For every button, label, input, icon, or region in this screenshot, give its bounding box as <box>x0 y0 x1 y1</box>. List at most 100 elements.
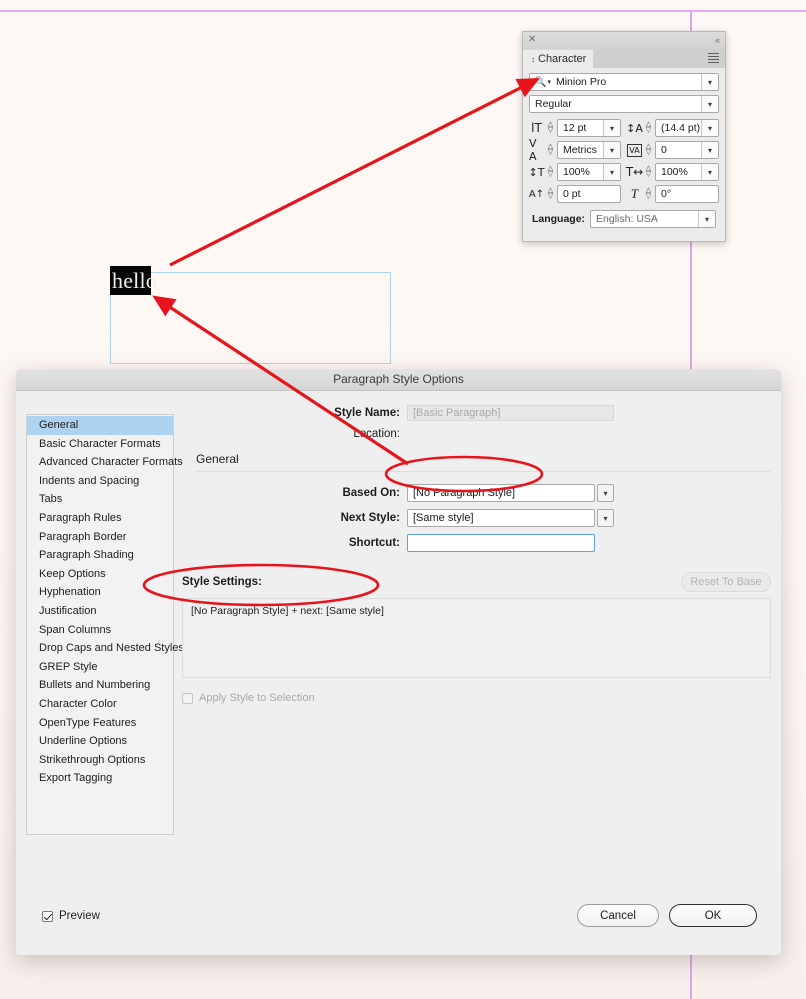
sidebar-item-justification[interactable]: Justification <box>27 602 173 621</box>
leading-field[interactable]: (14.4 pt) ▾ <box>655 119 719 137</box>
dialog-sidebar[interactable]: General Basic Character Formats Advanced C… <box>26 414 184 835</box>
sidebar-item-advanced-character-formats[interactable]: Advanced Character Formats <box>27 453 183 472</box>
stepper-icon[interactable]: △ ▽ <box>644 120 653 136</box>
chevron-down-icon[interactable]: ▾ <box>597 509 614 527</box>
chevron-down-icon[interactable]: ▾ <box>701 96 718 112</box>
chevron-down-icon[interactable]: ▾ <box>701 142 718 158</box>
double-chevron-left-icon[interactable]: « <box>715 34 720 46</box>
based-on-field[interactable]: [No Paragraph Style] <box>407 484 595 502</box>
sidebar-item-label: Hyphenation <box>39 586 101 599</box>
vertical-scale-control[interactable]: ↕T △ ▽ 100% ▾ <box>529 163 621 181</box>
baseline-skew-row: A↑ △ ▽ 0 pt T △ ▽ 0° <box>529 185 719 203</box>
sidebar-item-label: Indents and Spacing <box>39 474 140 487</box>
kerning-field[interactable]: Metrics ▾ <box>557 141 621 159</box>
skew-field[interactable]: 0° <box>655 185 719 203</box>
stepper-icon[interactable]: △ ▽ <box>644 164 653 180</box>
shortcut-input[interactable] <box>407 534 595 552</box>
sidebar-item-general[interactable]: General <box>27 416 173 435</box>
stepper-icon[interactable]: △ ▽ <box>546 120 555 136</box>
apply-style-to-selection-label: Apply Style to Selection <box>199 692 315 704</box>
sidebar-item-label: Export Tagging <box>39 772 113 785</box>
language-field[interactable]: English: USA ▾ <box>590 210 717 228</box>
magnifier-icon[interactable]: 🔍 ▾ <box>530 77 551 88</box>
sidebar-item-label: Paragraph Shading <box>39 549 134 562</box>
sidebar-item-hyphenation[interactable]: Hyphenation <box>27 583 173 602</box>
preview-checkbox[interactable] <box>42 910 53 922</box>
ok-button[interactable]: OK <box>669 904 757 927</box>
chevron-down-icon[interactable]: ▾ <box>603 142 620 158</box>
stepper-icon[interactable]: △ ▽ <box>546 142 555 158</box>
baseline-shift-icon: A↑ <box>528 188 545 200</box>
font-family-field[interactable]: 🔍 ▾ Minion Pro ▾ <box>529 73 719 91</box>
skew-control[interactable]: T △ ▽ 0° <box>627 185 719 203</box>
based-on-label: Based On: <box>342 487 400 499</box>
chevron-down-icon[interactable]: ▾ <box>603 120 620 136</box>
next-style-row: Next Style: [Same style] ▾ <box>182 509 771 527</box>
sidebar-item-label: Basic Character Formats <box>39 437 161 450</box>
stepper-icon[interactable]: △ ▽ <box>644 186 653 202</box>
baseline-shift-value: 0 pt <box>563 188 581 200</box>
sidebar-item-opentype-features[interactable]: OpenType Features <box>27 714 173 733</box>
stepper-icon[interactable]: △ ▽ <box>546 186 555 202</box>
reset-to-base-button[interactable]: Reset To Base <box>681 572 771 592</box>
sidebar-item-paragraph-rules[interactable]: Paragraph Rules <box>27 509 173 528</box>
sidebar-item-grep-style[interactable]: GREP Style <box>27 658 173 677</box>
cancel-button[interactable]: Cancel <box>577 904 659 927</box>
kerning-control[interactable]: V A △ ▽ Metrics ▾ <box>529 137 621 163</box>
sidebar-item-indents-and-spacing[interactable]: Indents and Spacing <box>27 472 173 491</box>
sidebar-item-label: Strikethrough Options <box>39 753 146 766</box>
sidebar-item-label: GREP Style <box>39 660 98 673</box>
tab-character[interactable]: ↕ Character <box>523 49 593 68</box>
sidebar-item-bullets-and-numbering[interactable]: Bullets and Numbering <box>27 676 173 695</box>
chevron-down-icon[interactable]: ▾ <box>701 164 718 180</box>
chevron-updown-icon: ↕ <box>531 55 535 64</box>
close-icon[interactable]: ✕ <box>528 34 536 46</box>
chevron-down-icon[interactable]: ▾ <box>597 484 614 502</box>
sidebar-item-span-columns[interactable]: Span Columns <box>27 621 173 640</box>
sidebar-item-tabs[interactable]: Tabs <box>27 490 173 509</box>
font-style-field[interactable]: Regular ▾ <box>529 95 719 113</box>
font-size-control[interactable]: ⅼT △ ▽ 12 pt ▾ <box>529 119 621 137</box>
next-style-field[interactable]: [Same style] <box>407 509 595 527</box>
horizontal-scale-control[interactable]: T↔ △ ▽ 100% ▾ <box>626 163 719 181</box>
panel-menu-icon[interactable] <box>708 53 719 63</box>
baseline-shift-field[interactable]: 0 pt <box>557 185 621 203</box>
font-size-field[interactable]: 12 pt ▾ <box>557 119 621 137</box>
leading-icon: ↕A <box>626 121 643 135</box>
chevron-down-icon[interactable]: ▾ <box>701 120 718 136</box>
tracking-field[interactable]: 0 ▾ <box>655 141 719 159</box>
guide-horizontal <box>0 10 806 12</box>
kerning-icon: V A <box>529 137 538 163</box>
sidebar-item-strikethrough-options[interactable]: Strikethrough Options <box>27 751 173 770</box>
sidebar-item-drop-caps-and-nested-styles[interactable]: Drop Caps and Nested Styles <box>27 639 184 658</box>
chevron-down-icon[interactable]: ▾ <box>698 211 716 227</box>
leading-control[interactable]: ↕A △ ▽ (14.4 pt) ▾ <box>626 119 719 137</box>
baseline-shift-control[interactable]: A↑ △ ▽ 0 pt <box>529 185 621 203</box>
style-name-input[interactable]: [Basic Paragraph] <box>407 405 614 421</box>
apply-style-to-selection-row[interactable]: Apply Style to Selection <box>182 692 771 704</box>
sidebar-item-character-color[interactable]: Character Color <box>27 695 173 714</box>
sidebar-item-export-tagging[interactable]: Export Tagging <box>27 769 173 788</box>
tracking-control[interactable]: VA △ ▽ 0 ▾ <box>627 141 719 159</box>
preview-row[interactable]: Preview <box>42 910 100 922</box>
dialog-footer: Preview Cancel OK <box>16 900 781 955</box>
selected-text-hello[interactable]: hello <box>110 266 157 295</box>
font-size-icon: ⅼT <box>531 121 542 135</box>
horizontal-scale-field[interactable]: 100% ▾ <box>655 163 719 181</box>
apply-style-to-selection-checkbox[interactable] <box>182 692 193 704</box>
sidebar-item-basic-character-formats[interactable]: Basic Character Formats <box>27 435 173 454</box>
sidebar-item-paragraph-shading[interactable]: Paragraph Shading <box>27 546 173 565</box>
sidebar-item-underline-options[interactable]: Underline Options <box>27 732 173 751</box>
stepper-icon[interactable]: △ ▽ <box>546 164 555 180</box>
chevron-down-icon[interactable]: ▾ <box>603 164 620 180</box>
style-name-row: Style Name: [Basic Paragraph] <box>182 405 771 421</box>
chevron-down-icon[interactable]: ▾ <box>701 74 718 90</box>
sidebar-item-keep-options[interactable]: Keep Options <box>27 565 173 584</box>
sidebar-item-paragraph-border[interactable]: Paragraph Border <box>27 528 173 547</box>
character-panel[interactable]: ✕ « ↕ Character 🔍 ▾ Minion Pro ▾ Regular ▾… <box>522 31 726 242</box>
vertical-scale-field[interactable]: 100% ▾ <box>557 163 621 181</box>
stepper-icon[interactable]: △ ▽ <box>644 142 653 158</box>
sidebar-item-label: Character Color <box>39 697 117 710</box>
tracking-icon: VA <box>627 143 642 157</box>
paragraph-style-options-dialog[interactable]: Paragraph Style Options General Basic Cha… <box>16 369 781 955</box>
